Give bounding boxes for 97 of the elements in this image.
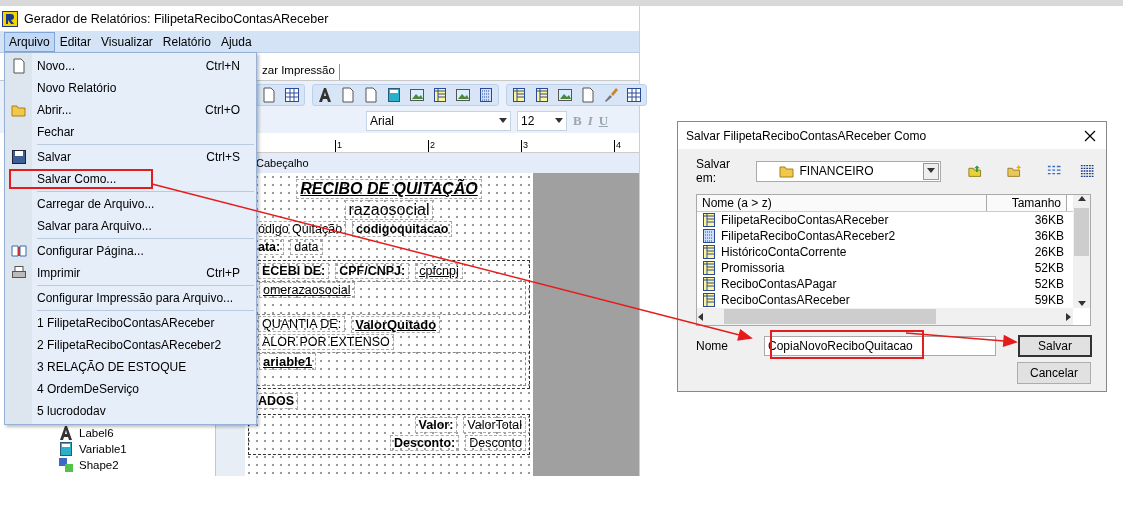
- letter-a-icon: [317, 86, 333, 103]
- folder-dropdown[interactable]: FINANCEIRO: [755, 160, 942, 182]
- menu-entry[interactable]: 3 RELAÇÃO DE ESTOQUE: [5, 356, 256, 378]
- grid-icon: [626, 86, 642, 103]
- report-field: ValorTotal: [463, 417, 526, 433]
- file-row[interactable]: Promissoria 52KB: [697, 260, 1073, 276]
- image-icon: [455, 86, 471, 103]
- report-field: ariable1: [259, 353, 317, 370]
- report-field: ECEBI DE:: [258, 263, 330, 279]
- scroll-right-arrow-icon: [1065, 312, 1073, 321]
- menu-item[interactable]: Visualizar: [96, 31, 158, 52]
- cancel-button[interactable]: Cancelar: [1017, 362, 1091, 384]
- window-title: Gerador de Relatórios: FilipetaReciboContasAReceber: [24, 11, 329, 26]
- scroll-left-arrow-icon: [697, 312, 705, 321]
- grid-icon: [284, 86, 300, 103]
- table-icon: [701, 212, 717, 228]
- file-row[interactable]: FilipetaReciboContasAReceber2 36KB: [697, 228, 1073, 244]
- table-icon: [701, 276, 717, 292]
- menu-item[interactable]: Arquivo: [4, 31, 55, 52]
- tab[interactable]: zar Impressão: [258, 64, 340, 80]
- caret-icon: [499, 116, 507, 125]
- scroll-up-arrow-icon: [1077, 195, 1086, 203]
- menu-item[interactable]: Ajuda: [215, 31, 257, 52]
- field-label: Nome: [696, 339, 729, 353]
- file-row[interactable]: ReciboContasAPagar 52KB: [697, 276, 1073, 292]
- column-header[interactable]: Nome (a > z): [697, 195, 987, 211]
- up-folder-icon: [967, 163, 983, 179]
- report-field: Desconto: [465, 435, 526, 451]
- letter-a-icon: [58, 425, 74, 441]
- table-icon: [511, 86, 527, 103]
- calculator-icon: [386, 86, 402, 103]
- tree-item[interactable]: Variable1: [79, 443, 127, 455]
- folder-icon: [11, 102, 27, 118]
- document-icon: [580, 86, 596, 103]
- report-field: ValorQuitado: [351, 316, 441, 333]
- image-icon: [557, 86, 573, 103]
- printer-icon: [11, 265, 27, 281]
- book-icon: [11, 243, 27, 259]
- report-field: Desconto:: [390, 435, 460, 451]
- menu-entry[interactable]: 2 FilipetaReciboContasAReceber2: [5, 334, 256, 356]
- document-icon: [261, 86, 277, 103]
- app-logo-icon: [2, 10, 18, 27]
- dialog-title: Salvar FilipetaReciboContasAReceber Como: [686, 128, 927, 143]
- table-icon: [701, 260, 717, 276]
- file-row[interactable]: HistóricoContaCorrente 26KB: [697, 244, 1073, 260]
- calculator-icon: [58, 441, 74, 457]
- document-icon: [11, 58, 27, 74]
- font-dropdown[interactable]: Arial: [366, 110, 511, 131]
- menu-entry[interactable]: 4 OrdemDeServiço: [5, 378, 256, 400]
- dotted-grid-icon: [478, 86, 494, 103]
- font-size-dropdown[interactable]: 12: [517, 110, 567, 131]
- report-field: RECIBO DE QUITAÇÃO: [296, 179, 482, 199]
- menu-item[interactable]: Relatório: [157, 31, 216, 52]
- brush-icon: [603, 86, 619, 103]
- menu-entry[interactable]: Salvar para Arquivo...: [5, 215, 256, 237]
- field-label: Salvar em:: [696, 157, 731, 185]
- close-icon[interactable]: [1084, 129, 1096, 142]
- column-header[interactable]: Tamanho: [987, 195, 1067, 211]
- vertical-scrollbar[interactable]: [1073, 195, 1090, 308]
- save-button[interactable]: Salvar: [1018, 335, 1092, 357]
- file-row[interactable]: FilipetaReciboContasAReceber 36KB: [697, 212, 1073, 228]
- report-field: data: [290, 239, 323, 255]
- document-icon: [363, 86, 379, 103]
- details-view-icon: [1079, 163, 1094, 179]
- menu-entry[interactable]: Imprimir Ctrl+P: [5, 262, 256, 284]
- caret-icon: [1077, 300, 1086, 308]
- report-field: razaosocial: [344, 200, 434, 220]
- report-field: omerazaosocial: [259, 282, 355, 298]
- dotted-grid-icon: [701, 228, 717, 244]
- menu-entry[interactable]: Abrir... Ctrl+O: [5, 99, 256, 121]
- image-icon: [409, 86, 425, 103]
- document-icon: [340, 86, 356, 103]
- tree-item[interactable]: Shape2: [79, 459, 119, 471]
- horizontal-scrollbar[interactable]: [697, 308, 1073, 325]
- menu-entry[interactable]: Configurar Impressão para Arquivo...: [5, 287, 256, 309]
- menu-entry[interactable]: Novo... Ctrl+N: [5, 55, 256, 77]
- report-field: CPF/CNPJ:: [335, 263, 410, 279]
- menu-entry[interactable]: Configurar Página...: [5, 240, 256, 262]
- table-icon: [534, 86, 550, 103]
- table-icon: [432, 86, 448, 103]
- shapes-icon: [58, 457, 74, 473]
- menu-entry[interactable]: Novo Relatório: [5, 77, 256, 99]
- tree-item[interactable]: Label6: [79, 427, 114, 439]
- caret-icon: [555, 116, 563, 125]
- report-field: ALOR POR EXTENSO: [258, 334, 394, 350]
- menu-item[interactable]: Editar: [54, 31, 97, 52]
- table-icon: [701, 292, 717, 308]
- caret-icon: [927, 167, 936, 175]
- report-field: Valor:: [414, 417, 458, 433]
- folder-icon: [778, 163, 795, 179]
- file-row[interactable]: ReciboContasAReceber 59KB: [697, 292, 1073, 308]
- menu-entry[interactable]: Carregar de Arquivo...: [5, 193, 256, 215]
- menu-entry[interactable]: 1 FilipetaReciboContasAReceber: [5, 312, 256, 334]
- table-icon: [701, 244, 717, 260]
- report-field: QUANTIA DE:: [258, 316, 346, 332]
- menu-entry[interactable]: 5 lucrododav: [5, 400, 256, 422]
- new-folder-icon: [1007, 163, 1022, 179]
